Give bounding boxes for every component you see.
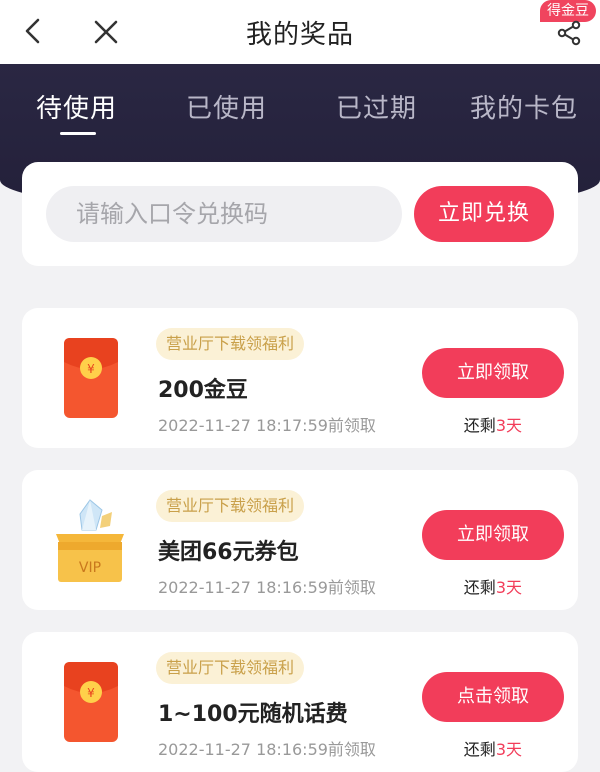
svg-text:¥: ¥	[87, 686, 95, 700]
top-nav-bar: 我的奖品 得金豆	[0, 0, 600, 64]
prize-tag: 营业厅下载领福利	[156, 490, 305, 522]
redeem-now-button[interactable]: 立即兑换	[414, 186, 554, 242]
remaining-days-value: 3天	[495, 416, 522, 435]
vip-box-label: VIP	[79, 560, 101, 576]
tab-card-wallet[interactable]: 我的卡包	[470, 88, 578, 125]
prize-card: ¥ 营业厅下载领福利 200金豆 2022-11-27 18:17:59前领取 …	[22, 308, 578, 448]
tab-used[interactable]: 已使用	[186, 88, 267, 125]
page-title: 我的奖品	[245, 20, 354, 50]
tab-pending[interactable]: 待使用	[36, 88, 117, 125]
gold-bean-badge[interactable]: 得金豆	[540, 0, 596, 22]
remaining-label: 还剩	[463, 416, 496, 435]
remaining-days-value: 3天	[495, 740, 522, 759]
svg-text:¥: ¥	[87, 362, 95, 376]
prize-card: VIP 营业厅下载领福利 美团66元券包 2022-11-27 18:16:59…	[22, 470, 578, 610]
status-tabs: 待使用 已使用 已过期 我的卡包	[0, 88, 600, 144]
prize-tag: 营业厅下载领福利	[156, 328, 305, 360]
vip-box-icon: VIP	[56, 499, 124, 582]
red-envelope-icon: ¥	[64, 662, 118, 742]
remaining-days-value: 3天	[495, 578, 522, 597]
remaining-label: 还剩	[463, 740, 496, 759]
share-icon[interactable]	[556, 20, 582, 46]
remaining-label: 还剩	[463, 578, 496, 597]
claim-button[interactable]: 立即领取	[422, 348, 564, 398]
prize-tag: 营业厅下载领福利	[156, 652, 305, 684]
prize-name: 美团66元券包	[158, 540, 299, 565]
redeem-code-card: 立即兑换	[22, 162, 578, 266]
active-tab-indicator	[60, 132, 96, 135]
prize-deadline: 2022-11-27 18:16:59前领取	[158, 578, 376, 597]
prize-card: ¥ 营业厅下载领福利 1~100元随机话费 2022-11-27 18:16:5…	[22, 632, 578, 772]
prize-name: 200金豆	[158, 378, 248, 403]
remaining-days: 还剩3天	[464, 412, 522, 436]
prize-name: 1~100元随机话费	[158, 702, 348, 727]
tab-expired[interactable]: 已过期	[336, 88, 417, 125]
redeem-code-input[interactable]	[46, 186, 402, 242]
claim-button[interactable]: 点击领取	[422, 672, 564, 722]
claim-button[interactable]: 立即领取	[422, 510, 564, 560]
remaining-days: 还剩3天	[464, 736, 522, 760]
prize-deadline: 2022-11-27 18:17:59前领取	[158, 416, 376, 435]
red-envelope-icon: ¥	[64, 338, 118, 418]
remaining-days: 还剩3天	[464, 574, 522, 598]
prize-deadline: 2022-11-27 18:16:59前领取	[158, 740, 376, 759]
